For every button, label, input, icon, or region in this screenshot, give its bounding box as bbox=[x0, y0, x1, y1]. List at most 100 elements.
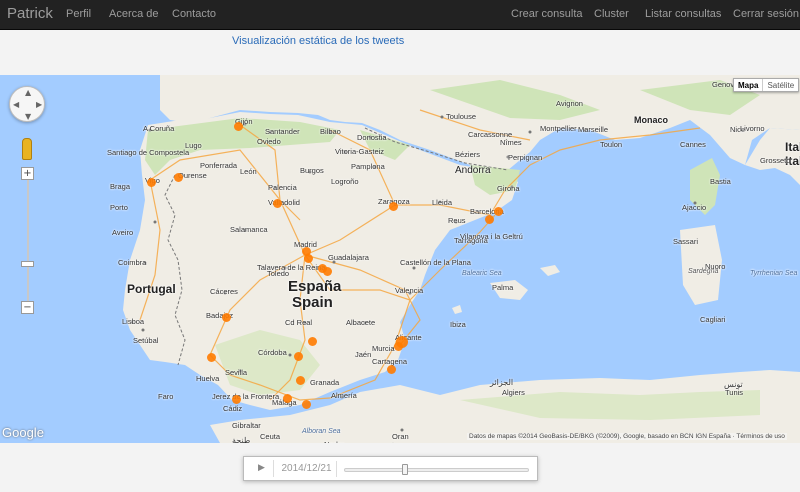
map-label: Tetouan bbox=[270, 442, 297, 443]
map-label: Spain bbox=[292, 294, 333, 311]
map-label: Santander bbox=[265, 127, 300, 136]
zoom-in-button[interactable]: + bbox=[21, 167, 34, 180]
map-label: Cd Real bbox=[285, 318, 313, 327]
tweet-marker[interactable] bbox=[206, 352, 216, 362]
tweet-marker[interactable] bbox=[282, 393, 292, 403]
map-label: Livorno bbox=[740, 124, 765, 133]
map-label: Toledo bbox=[267, 269, 290, 278]
pan-right-icon[interactable]: ▶ bbox=[36, 101, 42, 109]
map-label: Cagliari bbox=[700, 315, 726, 324]
map-label: Cáceres bbox=[210, 287, 238, 296]
timeline-slider-thumb[interactable] bbox=[402, 464, 409, 475]
map-label: España bbox=[288, 278, 342, 295]
map-type-map-button[interactable]: Mapa bbox=[734, 79, 762, 91]
pan-control[interactable]: ▲ ▼ ◀ ▶ bbox=[9, 86, 45, 122]
zoom-slider-track[interactable] bbox=[27, 180, 29, 302]
map-label: Portugal bbox=[127, 282, 176, 296]
nav-cerrar-sesion[interactable]: Cerrar sesión bbox=[733, 8, 799, 20]
map-label: Salamanca bbox=[230, 225, 268, 234]
tweet-marker[interactable] bbox=[307, 336, 317, 346]
map-label: Bilbao bbox=[320, 127, 341, 136]
map-label: Albacete bbox=[346, 318, 376, 327]
tweet-marker[interactable] bbox=[386, 364, 396, 374]
map-label: Oran bbox=[392, 432, 409, 441]
pan-left-icon[interactable]: ◀ bbox=[13, 101, 19, 109]
map-label: Béziers bbox=[455, 150, 481, 159]
map-label: Lugo bbox=[185, 141, 202, 150]
map-label: Cádiz bbox=[223, 404, 243, 413]
brand-link[interactable]: Patrick bbox=[7, 5, 53, 22]
map-label: Vitoria-Gasteiz bbox=[335, 147, 385, 156]
tweet-marker[interactable] bbox=[301, 399, 311, 409]
tweet-marker[interactable] bbox=[272, 198, 282, 208]
tweet-marker[interactable] bbox=[393, 341, 403, 351]
pan-down-icon[interactable]: ▼ bbox=[25, 113, 31, 121]
tweet-marker[interactable] bbox=[221, 312, 231, 322]
map-label: Tyrrhenian Sea bbox=[750, 270, 798, 277]
timeline-slider-track[interactable] bbox=[344, 468, 529, 472]
tweet-marker[interactable] bbox=[146, 177, 156, 187]
street-view-pegman-icon[interactable] bbox=[22, 138, 32, 160]
tweet-marker[interactable] bbox=[295, 375, 305, 385]
tweet-marker[interactable] bbox=[317, 263, 327, 273]
map-label: Huelva bbox=[196, 374, 220, 383]
map-canvas[interactable]: EspañaSpainPortugalAndorraMonacoItaliaIt… bbox=[0, 75, 800, 443]
map-label: Lisboa bbox=[122, 317, 145, 326]
zoom-slider-thumb[interactable] bbox=[21, 261, 34, 267]
map-label: Toulouse bbox=[446, 112, 477, 121]
map-label: Marseille bbox=[578, 125, 609, 134]
google-logo: Google bbox=[2, 425, 44, 440]
map-label: Ponferrada bbox=[200, 161, 238, 170]
map-label: A Coruña bbox=[143, 124, 175, 133]
map-label: Guadalajara bbox=[328, 253, 369, 262]
nav-listar-consultas[interactable]: Listar consultas bbox=[645, 8, 721, 20]
map-label: Castellón de la Plana bbox=[400, 258, 471, 267]
map-label: Algiers bbox=[502, 388, 525, 397]
nav-contacto[interactable]: Contacto bbox=[172, 8, 216, 20]
map-label: Sassari bbox=[673, 237, 699, 246]
map-label: Nuoro bbox=[705, 262, 726, 271]
map-type-satellite-button[interactable]: Satélite bbox=[762, 79, 798, 91]
map-label: Porto bbox=[110, 203, 128, 212]
map-label: Ajaccio bbox=[682, 203, 707, 212]
nav-perfil[interactable]: Perfil bbox=[66, 8, 91, 20]
nav-cluster[interactable]: Cluster bbox=[594, 8, 629, 20]
map-label: Braga bbox=[110, 182, 131, 191]
pan-up-icon[interactable]: ▲ bbox=[25, 89, 31, 97]
navbar: Patrick Perfil Acerca de Contacto Crear … bbox=[0, 0, 800, 30]
tweet-marker[interactable] bbox=[293, 351, 303, 361]
tweet-marker[interactable] bbox=[231, 394, 241, 404]
map-label: Avignon bbox=[556, 99, 583, 108]
timeline-date: 2014/12/21 bbox=[277, 461, 337, 477]
nav-acerca-de[interactable]: Acerca de bbox=[109, 8, 159, 20]
map-label: Nador bbox=[324, 440, 344, 443]
tweet-marker[interactable] bbox=[493, 206, 503, 216]
map-label: León bbox=[240, 167, 257, 176]
tweet-marker[interactable] bbox=[388, 201, 398, 211]
page-subtitle-link[interactable]: Visualización estática de los tweets bbox=[232, 35, 404, 47]
map-label: Grosseto bbox=[760, 156, 791, 165]
map-label: Reus bbox=[448, 216, 466, 225]
map-label: Balearic Sea bbox=[462, 270, 502, 277]
map-attribution[interactable]: Datos de mapas ©2014 GeoBasis-DE/BKG (©2… bbox=[467, 433, 787, 440]
map-label: Jaén bbox=[355, 350, 372, 359]
tweet-marker[interactable] bbox=[484, 214, 494, 224]
map-label: Logroño bbox=[331, 177, 359, 186]
zoom-out-button[interactable]: − bbox=[21, 301, 34, 314]
tweet-marker[interactable] bbox=[233, 121, 243, 131]
map-label: Alboran Sea bbox=[302, 428, 341, 435]
map-label: Burgos bbox=[300, 166, 324, 175]
map-label: Cannes bbox=[680, 140, 706, 149]
tweet-marker[interactable] bbox=[173, 172, 183, 182]
map-label: Bastia bbox=[710, 177, 731, 186]
tweet-marker[interactable] bbox=[303, 253, 313, 263]
timeline-player: ▶ 2014/12/21 bbox=[243, 456, 538, 481]
map-label: Pamplona bbox=[351, 162, 385, 171]
map-label: Sevilla bbox=[225, 368, 248, 377]
play-button[interactable]: ▶ bbox=[250, 460, 274, 477]
map-label: طنجة bbox=[232, 436, 251, 443]
map-label: Coimbra bbox=[118, 258, 147, 267]
nav-crear-consulta[interactable]: Crear consulta bbox=[511, 8, 583, 20]
map-label: Oviedo bbox=[257, 137, 281, 146]
map-label: Monaco bbox=[634, 115, 669, 125]
